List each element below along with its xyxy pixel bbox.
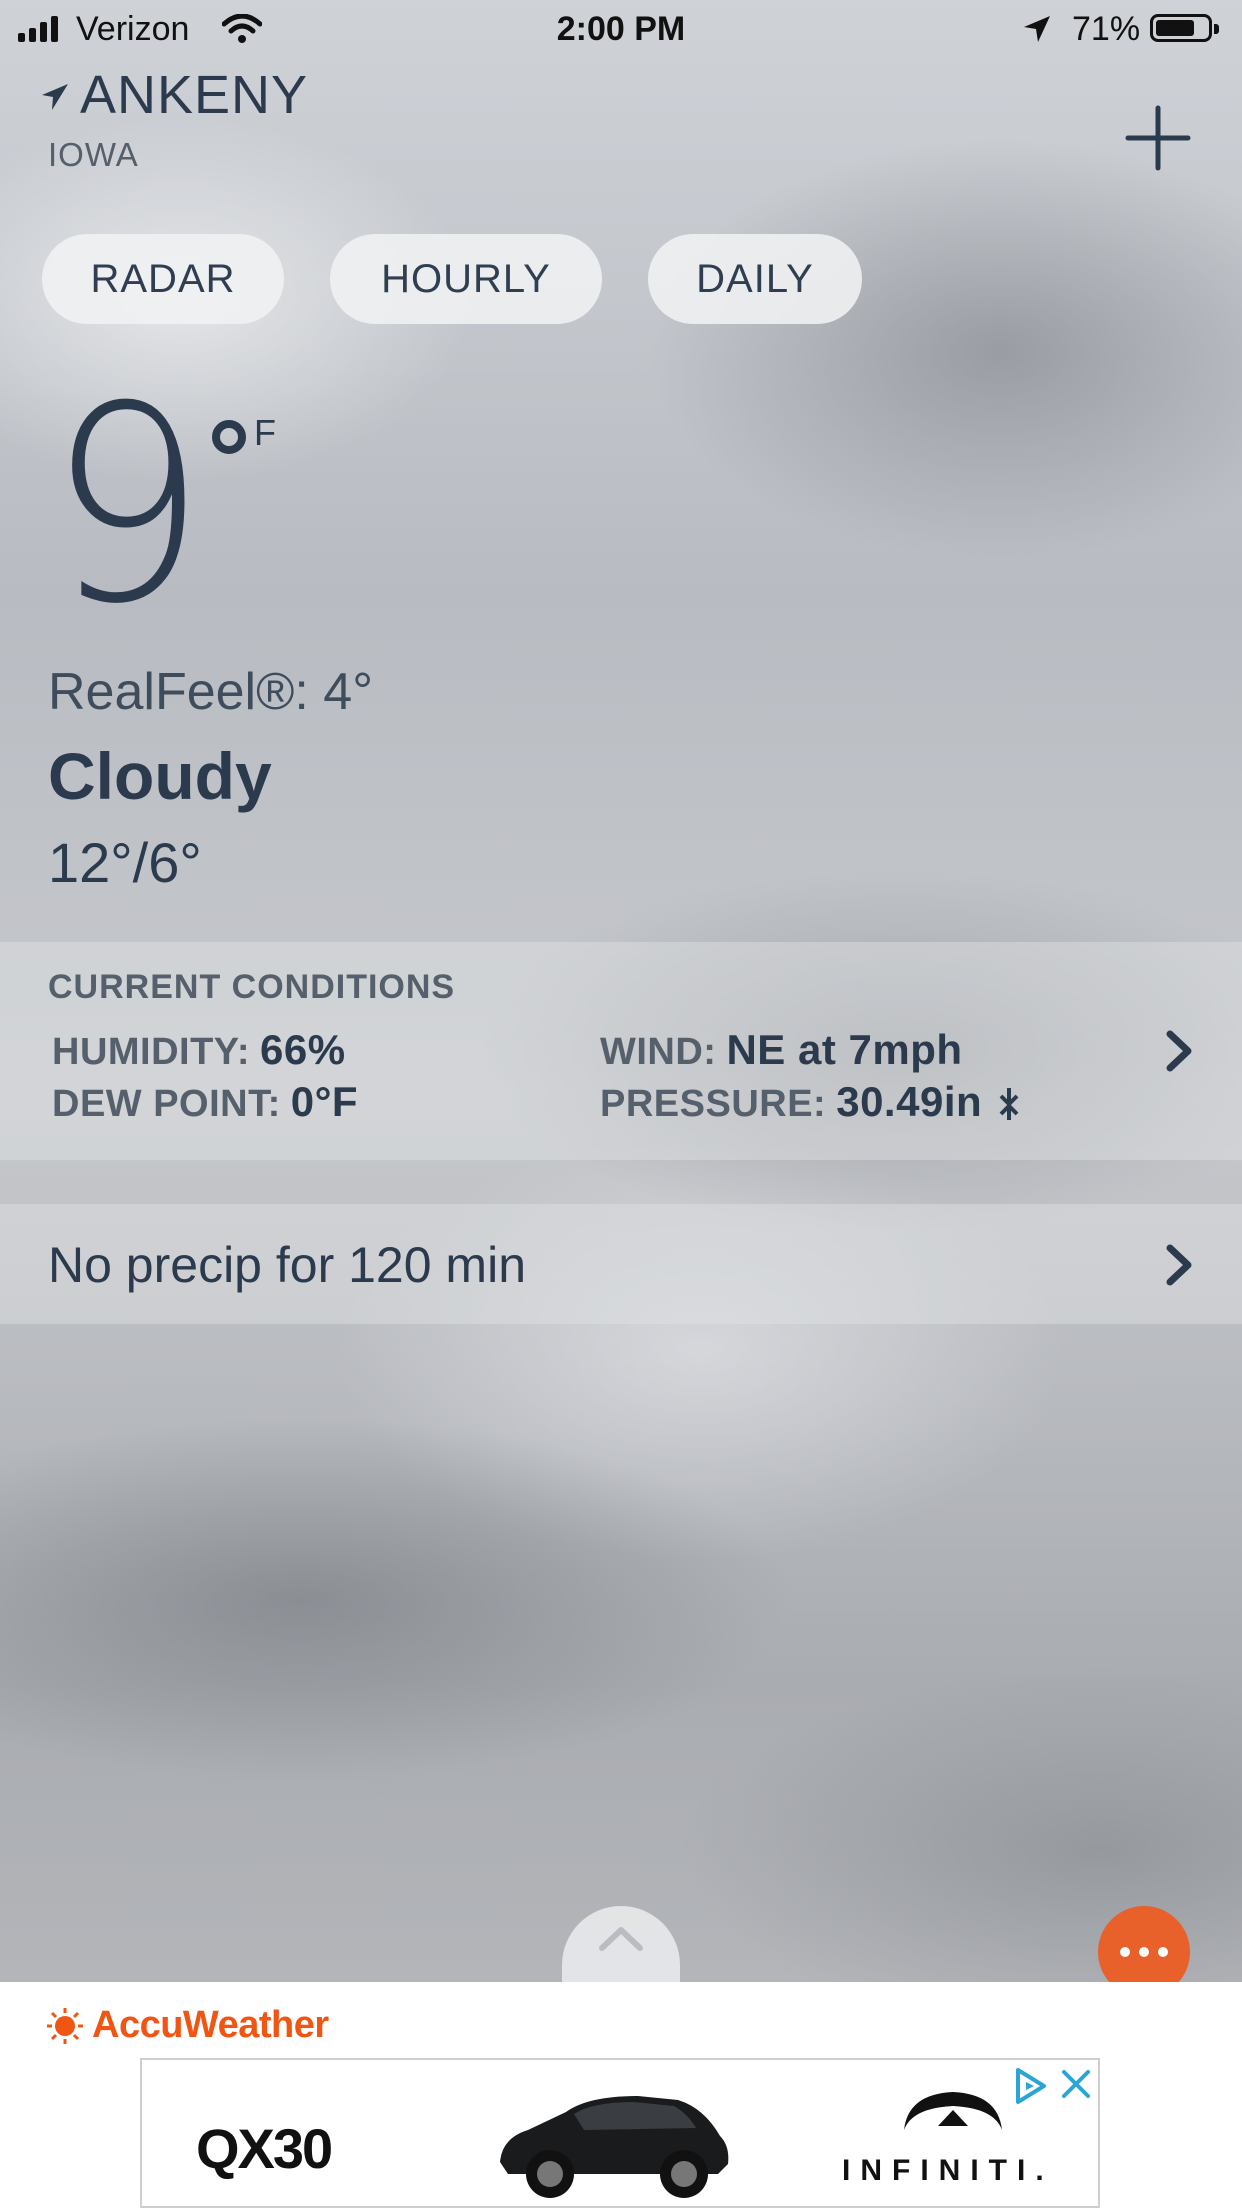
infiniti-logo (904, 2092, 1002, 2130)
adchoices-icon[interactable] (1010, 2066, 1050, 2106)
sun-icon (47, 2007, 83, 2044)
dewpoint-row: DEW POINT: 0°F (52, 1078, 358, 1126)
brand-label: AccuWeather (92, 2004, 329, 2046)
pressure-trend-icon (999, 1088, 1019, 1120)
tab-daily[interactable]: DAILY (648, 234, 862, 324)
ad-model-name: QX30 (196, 2117, 333, 2180)
location-arrow-icon (1024, 16, 1050, 42)
pressure-value: 30.49in (836, 1078, 983, 1125)
tab-radar[interactable]: RADAR (42, 234, 284, 324)
pressure-row: PRESSURE: 30.49in (600, 1078, 1021, 1126)
dewpoint-value: 0°F (290, 1078, 359, 1125)
humidity-row: HUMIDITY: 66% (52, 1026, 346, 1074)
current-temperature: 9 (48, 348, 207, 663)
realfeel: RealFeel®: 4° (48, 663, 374, 721)
weather-condition: Cloudy (48, 739, 272, 813)
state-name: IOWA (48, 136, 139, 173)
city-label: ANKENY (80, 65, 309, 125)
clock: 2:00 PM (556, 10, 686, 48)
degree-symbol (212, 420, 246, 454)
ad-brand-name: INFINITI. (842, 2154, 1054, 2187)
battery-percent: 71% (1072, 10, 1141, 48)
expand-drawer-button[interactable] (562, 1906, 680, 1982)
humidity-label: HUMIDITY: (52, 1031, 250, 1073)
current-conditions-title: CURRENT CONDITIONS (48, 968, 456, 1006)
plus-icon[interactable] (1120, 100, 1196, 176)
car-image (500, 2096, 729, 2198)
tab-hourly[interactable]: HOURLY (330, 234, 602, 324)
close-icon[interactable] (1058, 2066, 1094, 2102)
humidity-value: 66% (260, 1026, 346, 1073)
dewpoint-label: DEW POINT: (52, 1083, 281, 1125)
chevron-right-icon[interactable] (1162, 1028, 1198, 1074)
location-arrow-icon (42, 84, 68, 110)
hi-lo-temperature: 12°/6° (48, 831, 202, 894)
city-name[interactable]: ANKENY (40, 64, 308, 126)
battery-icon (1150, 14, 1219, 42)
accuweather-logo: AccuWeather (46, 2004, 329, 2047)
pressure-label: PRESSURE: (600, 1083, 827, 1125)
precip-forecast: No precip for 120 min (48, 1237, 527, 1293)
wind-value: NE at 7mph (726, 1026, 963, 1073)
chevron-up-icon (599, 1927, 643, 1951)
status-bar: Verizon 2:00 PM 71% (0, 0, 1242, 62)
chevron-right-icon[interactable] (1162, 1242, 1198, 1288)
temperature-unit: F (254, 412, 276, 453)
wind-label: WIND: (600, 1031, 717, 1073)
wind-row: WIND: NE at 7mph (600, 1026, 963, 1074)
